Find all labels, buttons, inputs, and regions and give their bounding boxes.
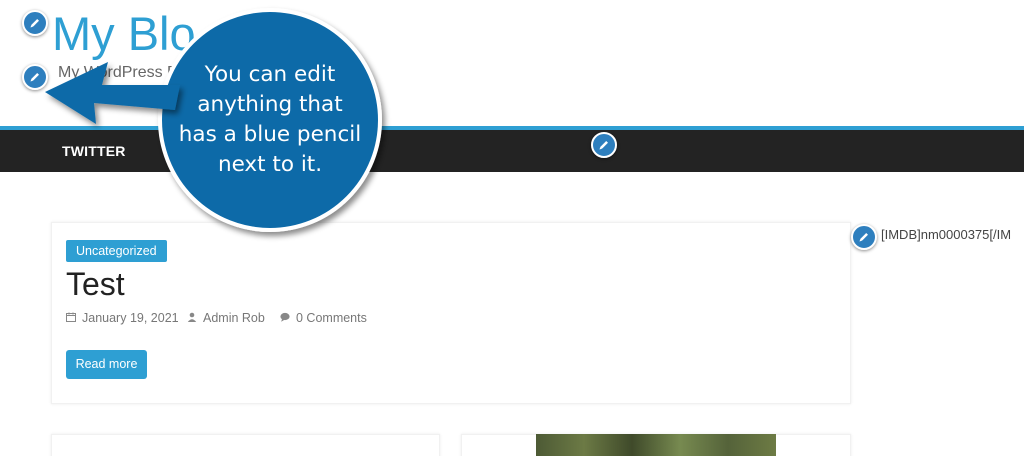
callout-text: You can edit anything that has a blue pe… — [172, 60, 368, 180]
callout-line: You can edit — [204, 62, 336, 87]
callout-line: next to it. — [217, 152, 323, 177]
annotation-callout — [45, 8, 382, 232]
callout-line: anything that — [197, 92, 343, 117]
callout-line: has a blue pencil — [178, 122, 362, 147]
